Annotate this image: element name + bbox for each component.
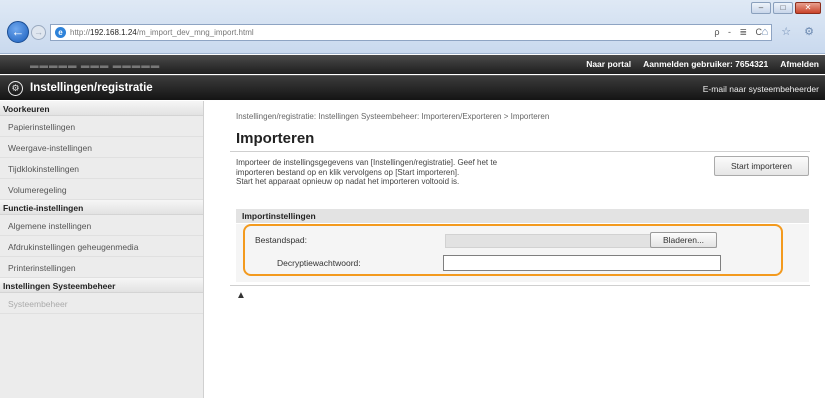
sidebar-item-volume-control[interactable]: Volumeregeling xyxy=(0,179,203,200)
main-content: Instellingen/registratie: Instellingen S… xyxy=(230,101,820,398)
sidebar-item-clock-settings[interactable]: Tijdklokinstellingen xyxy=(0,158,203,179)
import-settings-heading: Importinstellingen xyxy=(236,209,809,223)
address-tools-icons[interactable]: ρ - ≣ C xyxy=(714,27,765,38)
app-top-bar: ▬▬▬▬▬ ▬▬▬ ▬▬▬▬▬ Naar portal Aanmelden ge… xyxy=(0,55,825,74)
address-bar[interactable]: e http://192.168.1.24/m_import_dev_mng_i… xyxy=(50,24,772,41)
sidebar-item-display-settings[interactable]: Weergave-instellingen xyxy=(0,137,203,158)
description-line: importeren bestand op en klik vervolgens… xyxy=(236,167,460,177)
divider xyxy=(230,285,810,286)
browser-toolbar: – □ ✕ ← → e http://192.168.1.24/m_import… xyxy=(0,0,825,54)
device-name-redacted: ▬▬▬▬▬ ▬▬▬ ▬▬▬▬▬ xyxy=(30,60,161,70)
browser-home-favorites-settings-icons[interactable]: ⌂ ☆ ⚙ xyxy=(762,25,819,38)
portal-link[interactable]: Naar portal xyxy=(586,59,631,69)
sidebar-item-paper-settings[interactable]: Papierinstellingen xyxy=(0,116,203,137)
back-arrow-icon[interactable]: ← xyxy=(7,21,29,43)
description: Importeer de instellingsgegevens van [In… xyxy=(236,158,626,187)
sidebar-item-system-management[interactable]: Systeembeheer xyxy=(0,293,203,314)
start-import-button[interactable]: Start importeren xyxy=(714,156,809,176)
login-user-info: Aanmelden gebruiker: 7654321 xyxy=(643,59,769,69)
sidebar-heading-function-settings: Functie-instellingen xyxy=(0,200,203,215)
logout-link[interactable]: Afmelden xyxy=(780,59,819,69)
email-admin-link[interactable]: E-mail naar systeembeheerder xyxy=(703,84,819,94)
sidebar-item-general-settings[interactable]: Algemene instellingen xyxy=(0,215,203,236)
settings-gear-icon: ⚙ xyxy=(8,81,23,96)
maximize-button[interactable]: □ xyxy=(773,2,793,14)
description-line: Start het apparaat opnieuw op nadat het … xyxy=(236,177,460,186)
page-title: Importeren xyxy=(236,130,315,147)
sidebar-item-printer-settings[interactable]: Printerinstellingen xyxy=(0,257,203,278)
close-window-button[interactable]: ✕ xyxy=(795,2,821,14)
sidebar-item-media-print-settings[interactable]: Afdrukinstellingen geheugenmedia xyxy=(0,236,203,257)
minimize-button[interactable]: – xyxy=(751,2,771,14)
description-line: Importeer de instellingsgegevens van [In… xyxy=(236,158,498,167)
sidebar-heading-system-management: Instellingen Systeembeheer xyxy=(0,278,203,293)
breadcrumb[interactable]: Instellingen/registratie: Instellingen S… xyxy=(236,112,549,121)
sidebar: Voorkeuren Papierinstellingen Weergave-i… xyxy=(0,101,204,398)
forward-arrow-icon[interactable]: → xyxy=(31,25,46,40)
app-title-bar: ⚙ Instellingen/registratie E-mail naar s… xyxy=(0,75,825,100)
url-text: http://192.168.1.24/m_import_dev_mng_imp… xyxy=(70,28,254,37)
app-title: Instellingen/registratie xyxy=(30,82,153,94)
back-to-top-icon[interactable]: ▲ xyxy=(236,290,246,301)
divider xyxy=(230,151,810,152)
highlight-annotation xyxy=(243,224,783,276)
sidebar-heading-preferences: Voorkeuren xyxy=(0,101,203,116)
window-controls: – □ ✕ xyxy=(751,2,821,14)
browser-logo-icon: e xyxy=(55,27,66,38)
